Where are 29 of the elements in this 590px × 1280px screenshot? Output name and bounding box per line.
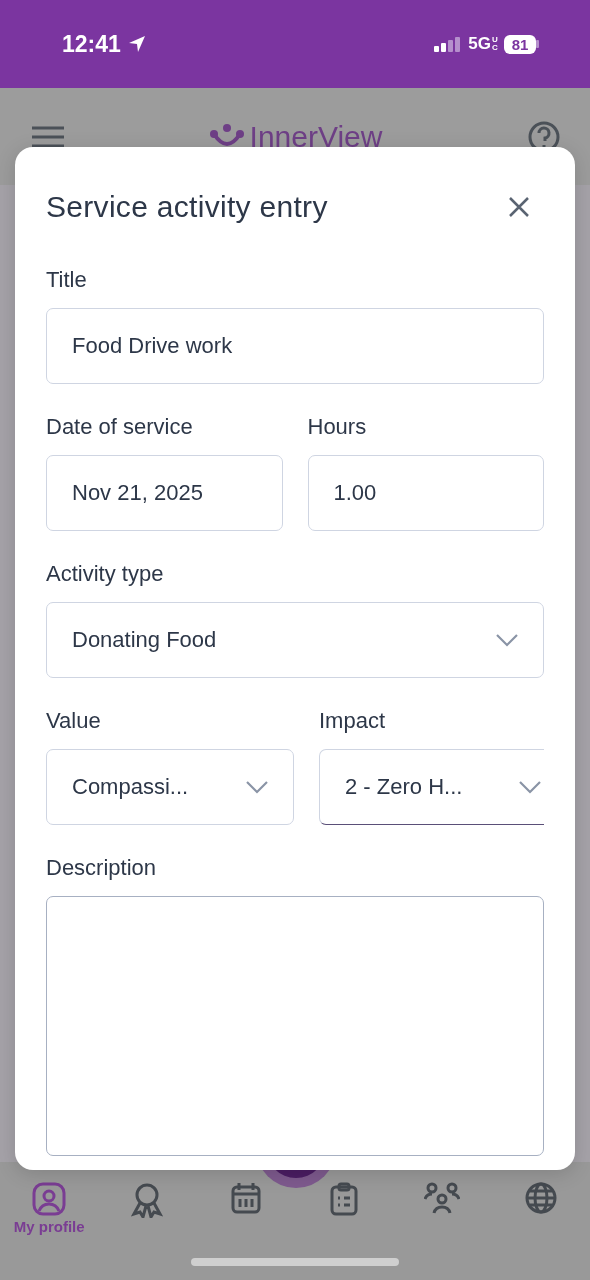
field-label: Title bbox=[46, 267, 88, 293]
clipboard-list-icon bbox=[330, 1182, 359, 1216]
chevron-down-icon bbox=[496, 633, 518, 647]
field-label: Value bbox=[46, 708, 102, 734]
globe-icon bbox=[524, 1182, 557, 1214]
calendar-icon bbox=[230, 1182, 261, 1214]
dialog-title: Service activity entry bbox=[46, 190, 328, 224]
text-field[interactable]: Food Drive work bbox=[46, 308, 544, 384]
date-field[interactable]: Nov 21, 2025 bbox=[46, 455, 283, 531]
chevron-down-icon bbox=[246, 780, 268, 794]
signal-icon bbox=[434, 36, 463, 52]
field-label: Date of service bbox=[46, 414, 194, 440]
field-label: Hours bbox=[307, 414, 368, 440]
people-group-icon bbox=[424, 1182, 461, 1214]
field-label: Activity type bbox=[46, 561, 165, 587]
app-logo: InnerView bbox=[249, 119, 383, 154]
dropdown[interactable]: Donating Food bbox=[46, 602, 544, 678]
menu-icon[interactable] bbox=[32, 125, 64, 148]
chevron-down-icon bbox=[519, 780, 541, 794]
clock-time: 12:41 bbox=[62, 30, 121, 58]
dropdown[interactable]: Compassi... bbox=[46, 749, 294, 825]
dropdown[interactable]: 2 - Zero H... bbox=[319, 749, 544, 825]
award-ribbon-icon bbox=[131, 1182, 164, 1218]
profile-icon bbox=[32, 1182, 67, 1216]
battery-indicator: 81 bbox=[504, 34, 540, 54]
close-button[interactable] bbox=[508, 196, 530, 218]
field-label: Impact bbox=[319, 708, 387, 734]
field-label: Description bbox=[46, 855, 158, 881]
number-field[interactable]: 1.00 bbox=[307, 455, 544, 531]
